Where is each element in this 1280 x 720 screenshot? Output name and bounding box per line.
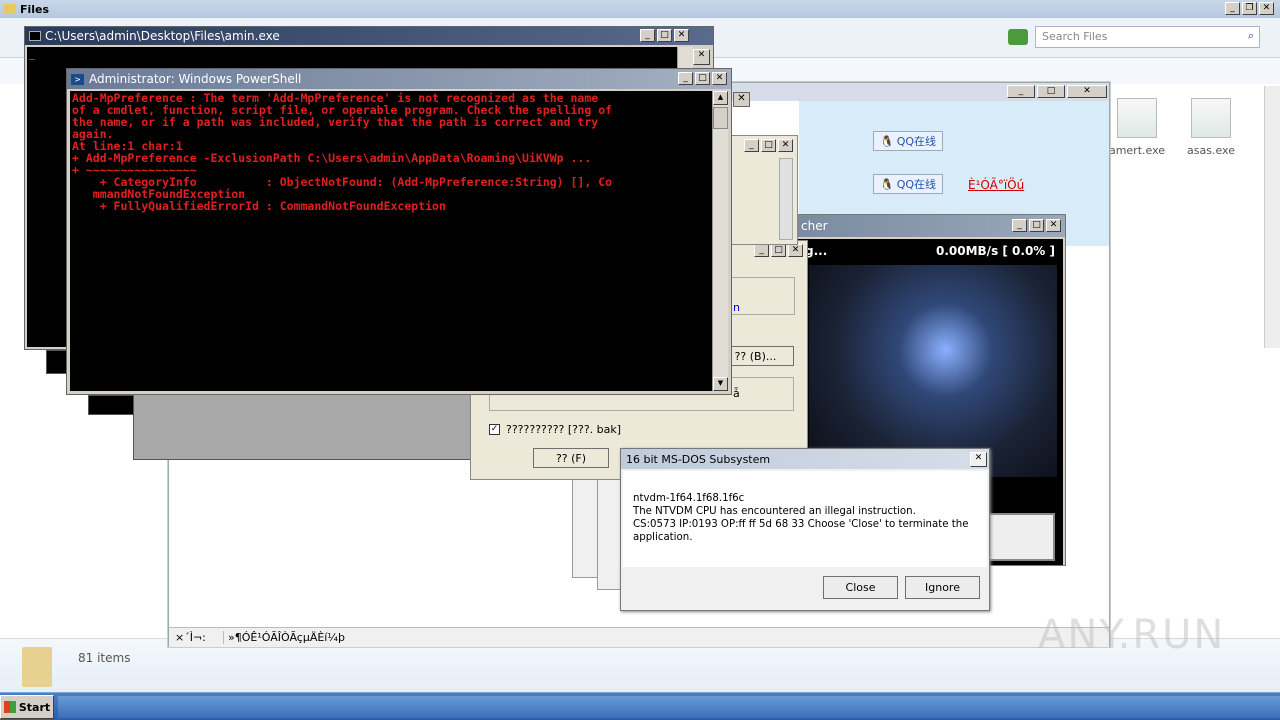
close-button[interactable]: ✕ (733, 92, 750, 107)
minimize-button[interactable]: _ (744, 139, 759, 152)
error-line: CS:0573 IP:0193 OP:ff ff 5d 68 33 Choose… (633, 519, 969, 543)
minimize-button[interactable]: _ (754, 244, 769, 257)
close-button[interactable]: ✕ (674, 29, 689, 42)
maximize-button[interactable]: □ (771, 244, 786, 257)
search-input[interactable]: Search Files ⌕ (1035, 26, 1260, 48)
error-line: ntvdm-1f64.1f68.1f6c (633, 493, 745, 504)
close-button[interactable]: ✕ (970, 452, 987, 467)
taskbar: Start (0, 692, 1280, 720)
close-dialog-button[interactable]: Close (823, 576, 898, 599)
gray-window (133, 390, 478, 460)
item-count: 81 items (78, 651, 131, 665)
file-item[interactable]: amert.exe (1108, 98, 1166, 158)
ntvdm-title: 16 bit MS-DOS Subsystem (626, 452, 771, 466)
explorer-title: Files (20, 2, 50, 16)
powershell-console[interactable]: Add-MpPreference : The term 'Add-MpPrefe… (70, 91, 712, 391)
close-button[interactable]: ✕ (1259, 2, 1274, 15)
launcher-title: cher (801, 219, 828, 233)
close-button[interactable]: ✕ (693, 49, 710, 65)
folder-large-icon (22, 647, 52, 687)
gray-window (88, 395, 134, 415)
maximize-button[interactable]: □ (1037, 85, 1065, 98)
search-placeholder: Search Files (1042, 30, 1108, 43)
explorer-titlebar: Files _ ❐ ✕ (0, 0, 1280, 18)
powershell-title: Administrator: Windows PowerShell (89, 72, 302, 86)
start-button[interactable]: Start (0, 695, 54, 719)
scrollbar[interactable] (779, 158, 793, 240)
cmd-title: C:\Users\admin\Desktop\Files\amin.exe (45, 29, 280, 43)
download-speed: 0.00MB/s [ 0.0% ] (935, 244, 1055, 258)
file-label: asas.exe (1187, 144, 1235, 157)
checkbox-label: ?????????? [???. bak] (506, 423, 622, 436)
file-icon (1117, 98, 1157, 138)
maximize-button[interactable]: □ (695, 72, 710, 85)
qq-online-button[interactable]: 🐧 QQ在线 (873, 131, 943, 151)
close-button[interactable]: ✕ (712, 72, 727, 85)
close-button[interactable]: ✕ (788, 244, 803, 257)
minimize-button[interactable]: _ (1007, 85, 1035, 98)
restore-button[interactable]: ❐ (1242, 2, 1257, 15)
qq-icon: 🐧 (879, 134, 894, 148)
status-text: »¶Ó­Ê¹ÓÃÎÒÃçµÄÈí¼þ (223, 631, 345, 644)
scrollbar[interactable]: ▲ ▼ (712, 91, 728, 391)
text-fragment: ǡ (733, 387, 740, 400)
cmd-icon (29, 31, 41, 41)
refresh-icon[interactable] (1008, 29, 1028, 45)
checkbox-icon[interactable]: ✓ (489, 424, 500, 435)
maximize-button[interactable]: □ (657, 29, 672, 42)
taskbar-strip (58, 696, 1280, 718)
qq-label: QQ在线 (896, 135, 937, 148)
game-banner-image (809, 265, 1057, 477)
gray-window (46, 350, 68, 374)
close-button[interactable]: ✕ (1046, 219, 1061, 232)
maximize-button[interactable]: □ (1029, 219, 1044, 232)
ntvdm-dialog: 16 bit MS-DOS Subsystem ✕ ntvdm-1f64.1f6… (620, 448, 990, 611)
ps-line: + FullyQualifiedErrorId : CommandNotFoun… (72, 199, 446, 213)
help-link[interactable]: È¹ÓÃ°ïÖú (968, 178, 1024, 192)
minimize-button[interactable]: _ (1225, 2, 1240, 15)
close-button[interactable]: ✕ (778, 139, 793, 152)
minimize-button[interactable]: _ (1012, 219, 1027, 232)
ntvdm-message: ntvdm-1f64.1f68.1f6c The NTVDM CPU has e… (623, 471, 987, 567)
file-icon (1191, 98, 1231, 138)
anyrun-watermark: ANY.RUN (1038, 612, 1226, 658)
launcher-panel (987, 513, 1055, 561)
minimize-button[interactable]: _ (640, 29, 655, 42)
status-bar: ×´Ì¬: »¶Ó­Ê¹ÓÃÎÒÃçµÄÈí¼þ (169, 627, 1109, 647)
qq-icon: 🐧 (879, 177, 894, 191)
folder-icon (4, 4, 16, 14)
file-label: amert.exe (1108, 144, 1166, 157)
ignore-button[interactable]: Ignore (905, 576, 980, 599)
ok-button[interactable]: ?? (F) (533, 448, 609, 468)
scroll-down-icon[interactable]: ▼ (713, 377, 728, 391)
scroll-up-icon[interactable]: ▲ (713, 91, 728, 105)
maximize-button[interactable]: □ (761, 139, 776, 152)
status-label: ×´Ì¬: (175, 631, 206, 644)
qq-label: QQ在线 (896, 178, 937, 191)
powershell-icon: > (71, 73, 84, 85)
text-fragment: n (733, 301, 740, 314)
scrollbar[interactable] (1264, 86, 1280, 348)
close-button[interactable]: ✕ (1067, 85, 1107, 98)
start-label: Start (18, 700, 51, 714)
ntvdm-titlebar: 16 bit MS-DOS Subsystem (621, 449, 989, 469)
error-line: The NTVDM CPU has encountered an illegal… (633, 506, 916, 517)
powershell-window: > Administrator: Windows PowerShell _ □ … (66, 68, 732, 395)
scroll-thumb[interactable] (713, 107, 728, 129)
minimize-button[interactable]: _ (678, 72, 693, 85)
qq-online-button[interactable]: 🐧 QQ在线 (873, 174, 943, 194)
search-icon[interactable]: ⌕ (1248, 29, 1254, 43)
file-item[interactable]: asas.exe (1182, 98, 1240, 158)
windows-logo-icon (3, 701, 16, 713)
backup-checkbox[interactable]: ✓ ?????????? [???. bak] (489, 423, 621, 436)
launcher-status: g... (805, 244, 828, 258)
ps-line: the name, or if a path was included, ver… (72, 115, 599, 129)
